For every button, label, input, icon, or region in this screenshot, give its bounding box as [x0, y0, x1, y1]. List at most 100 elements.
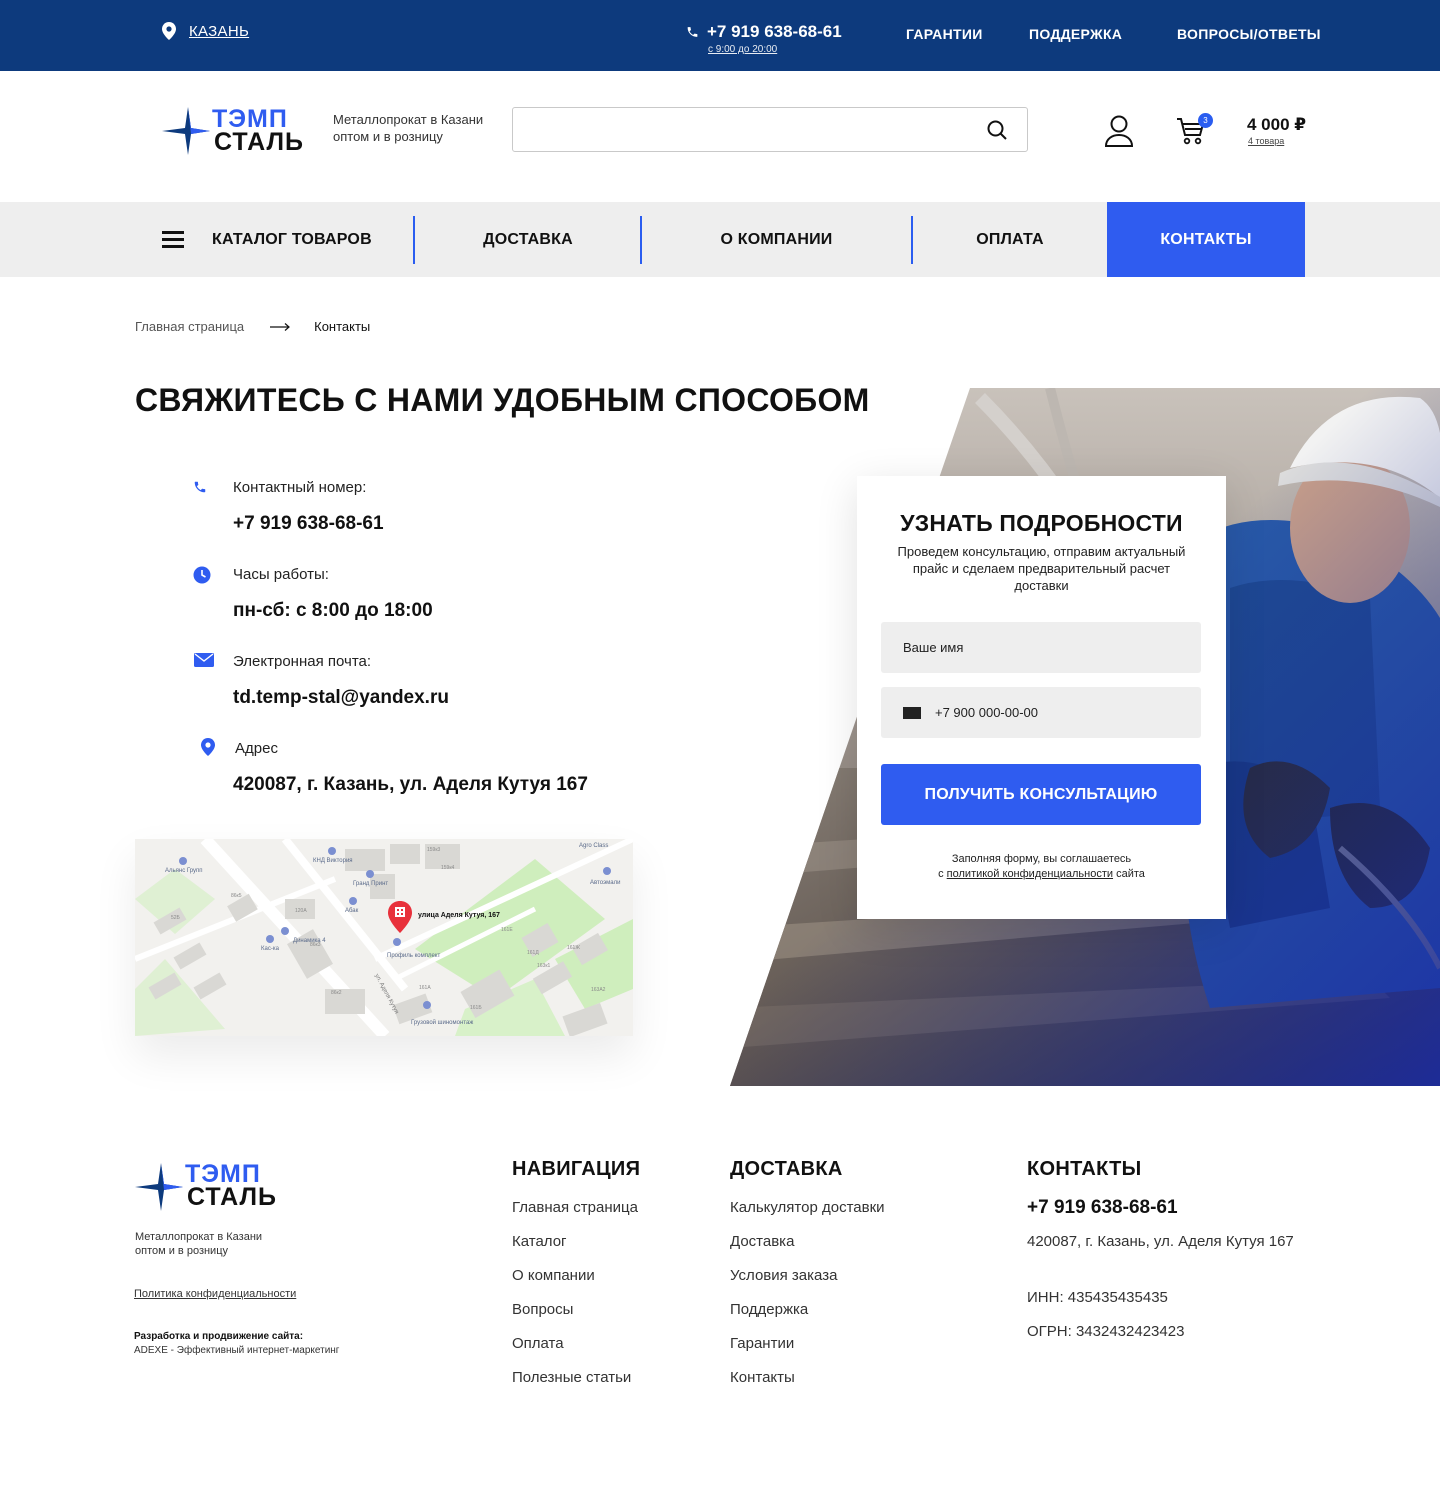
flag-icon[interactable] [903, 706, 921, 719]
location-pin-icon [162, 22, 176, 40]
header: ТЭМП СТАЛЬ Металлопрокат в Казани оптом … [0, 71, 1440, 202]
nav-delivery[interactable]: ДОСТАВКА [415, 202, 641, 277]
footer-nav-link[interactable]: Оплата [512, 1335, 564, 1352]
map-poi: Agro Class [579, 843, 608, 849]
contact-phone-value[interactable]: +7 919 638-68-61 [233, 513, 384, 535]
footer-phone[interactable]: +7 919 638-68-61 [1027, 1197, 1178, 1219]
nav-catalog[interactable]: КАТАЛОГ ТОВАРОВ [162, 202, 412, 277]
map-poi: Кас-ка [261, 946, 280, 952]
map-poi: Профиль комплект [387, 953, 441, 959]
top-link-guarantees[interactable]: ГАРАНТИИ [906, 26, 983, 42]
phone-icon [687, 27, 698, 37]
cart-total[interactable]: 4 000 ₽ [1247, 115, 1306, 135]
consultation-form: УЗНАТЬ ПОДРОБНОСТИ Проведем консультацию… [857, 476, 1226, 919]
contact-email-value[interactable]: td.temp-stal@yandex.ru [233, 687, 449, 709]
map-house-number: 161Д [527, 950, 539, 956]
footer-address: 420087, г. Казань, ул. Аделя Кутуя 167 [1027, 1233, 1294, 1250]
top-phone-hours: с 9:00 до 20:00 [708, 44, 778, 55]
main-nav: КАТАЛОГ ТОВАРОВ ДОСТАВКА О КОМПАНИИ ОПЛА… [0, 202, 1440, 277]
top-link-support[interactable]: ПОДДЕРЖКА [1029, 26, 1122, 42]
header-tagline: Металлопрокат в Казани оптом и в розницу [333, 111, 483, 145]
map-pin-label: улица Аделя Кутуя, 167 [418, 912, 500, 919]
name-field-placeholder: Ваше имя [903, 640, 964, 655]
nav-catalog-label: КАТАЛОГ ТОВАРОВ [212, 230, 372, 248]
map-house-number: 163А2 [591, 987, 606, 993]
footer-nav-link[interactable]: Полезные статьи [512, 1369, 631, 1386]
top-phone[interactable]: +7 919 638-68-61 с 9:00 до 20:00 [686, 22, 842, 55]
footer-delivery-link[interactable]: Гарантии [730, 1335, 794, 1352]
footer-delivery-link[interactable]: Доставка [730, 1233, 794, 1250]
footer-privacy-link[interactable]: Политика конфиденциальности [134, 1288, 296, 1300]
map-house-number: 161А [419, 985, 431, 991]
contact-address-label: Адрес [235, 740, 278, 757]
footer-nav-link[interactable]: О компании [512, 1267, 595, 1284]
footer-delivery-link[interactable]: Контакты [730, 1369, 795, 1386]
city-selector[interactable]: КАЗАНЬ [162, 22, 249, 40]
tagline-line1: Металлопрокат в Казани [333, 112, 484, 127]
user-icon[interactable] [1104, 115, 1134, 147]
contact-phone-label: Контактный номер: [233, 479, 367, 496]
map-poi: Альянс Групп [165, 868, 203, 874]
location-map[interactable]: Альянс Групп КНД Виктория Гранд Принт Аб… [135, 839, 633, 1036]
footer-logo-line2: СТАЛЬ [187, 1183, 277, 1211]
logo[interactable]: ТЭМП СТАЛЬ [162, 105, 312, 155]
name-field[interactable]: Ваше имя [881, 622, 1201, 673]
city-label: КАЗАНЬ [189, 22, 250, 40]
footer-delivery-title: ДОСТАВКА [730, 1158, 843, 1180]
footer-dev-title: Разработка и продвижение сайта: [134, 1331, 304, 1342]
map-poi: Автоэмали [590, 880, 620, 886]
footer-contacts-title: КОНТАКТЫ [1027, 1158, 1142, 1180]
footer-nav-title: НАВИГАЦИЯ [512, 1158, 641, 1180]
footer-dev-name[interactable]: ADEXE - Эффективный интернет-маркетинг [134, 1345, 339, 1356]
search-input[interactable] [513, 108, 973, 151]
phone-field[interactable]: +7 900 000-00-00 [881, 687, 1201, 738]
map-poi: КНД Виктория [313, 858, 353, 864]
footer-logo[interactable]: ТЭМП СТАЛЬ [135, 1161, 285, 1211]
contact-hours-label: Часы работы: [233, 566, 329, 583]
cart-badge: 3 [1198, 113, 1213, 128]
footer-delivery-link[interactable]: Условия заказа [730, 1267, 837, 1284]
breadcrumb-current: Контакты [314, 319, 371, 334]
contact-address-value: 420087, г. Казань, ул. Аделя Кутуя 167 [233, 774, 588, 795]
map-house-number: 52Б [171, 915, 181, 921]
footer-nav-link[interactable]: Каталог [512, 1233, 567, 1250]
top-phone-number: +7 919 638-68-61 [707, 22, 842, 41]
footer-nav-link[interactable]: Главная страница [512, 1199, 638, 1216]
map-house-number: 86к3 [310, 942, 321, 948]
agreement-with: с [938, 868, 944, 880]
footer-tagline-line2: оптом и в розницу [135, 1245, 229, 1257]
map-house-number: 161Ж [567, 945, 580, 951]
mail-icon [194, 653, 214, 667]
form-subtitle: Проведем консультацию, отправим актуальн… [897, 544, 1186, 593]
cart-count[interactable]: 4 товара [1248, 136, 1284, 146]
map-poi: Гранд Принт [353, 881, 388, 887]
footer-tagline: Металлопрокат в Казани оптом и в розницу [135, 1230, 262, 1258]
footer-tagline-line1: Металлопрокат в Казани [135, 1231, 263, 1243]
nav-about[interactable]: О КОМПАНИИ [642, 202, 911, 277]
breadcrumb-home[interactable]: Главная страница [135, 319, 244, 334]
submit-button[interactable]: ПОЛУЧИТЬ КОНСУЛЬТАЦИЮ [881, 764, 1201, 825]
privacy-policy-link[interactable]: политикой конфиденциальности [947, 868, 1113, 880]
map-poi: Абак [345, 908, 359, 914]
search-icon[interactable] [987, 120, 1007, 140]
map-house-number: 120А [295, 908, 307, 914]
map-house-number: 86к2 [331, 990, 342, 996]
top-bar: КАЗАНЬ +7 919 638-68-61 с 9:00 до 20:00 … [0, 0, 1440, 71]
logo-star-icon [135, 1163, 183, 1211]
tagline-line2: оптом и в розницу [333, 129, 443, 144]
agreement-suffix: сайта [1116, 868, 1145, 880]
top-link-faq[interactable]: ВОПРОСЫ/ОТВЕТЫ [1177, 26, 1321, 42]
footer-delivery-link[interactable]: Калькулятор доставки [730, 1199, 885, 1216]
phone-field-placeholder: +7 900 000-00-00 [935, 705, 1039, 720]
footer-inn: ИНН: 435435435435 [1027, 1289, 1168, 1306]
agreement-text: Заполняя форму, вы соглашаетесь [951, 853, 1132, 865]
breadcrumb: Главная страница Контакты [135, 319, 370, 334]
arrow-right-icon [270, 322, 291, 331]
menu-icon [162, 231, 184, 248]
contact-email-label: Электронная почта: [233, 653, 372, 670]
map-house-number: 161Б [470, 1005, 482, 1011]
nav-contacts[interactable]: КОНТАКТЫ [1107, 202, 1305, 277]
nav-payment[interactable]: ОПЛАТА [913, 202, 1107, 277]
footer-nav-link[interactable]: Вопросы [512, 1301, 573, 1318]
footer-delivery-link[interactable]: Поддержка [730, 1301, 808, 1318]
